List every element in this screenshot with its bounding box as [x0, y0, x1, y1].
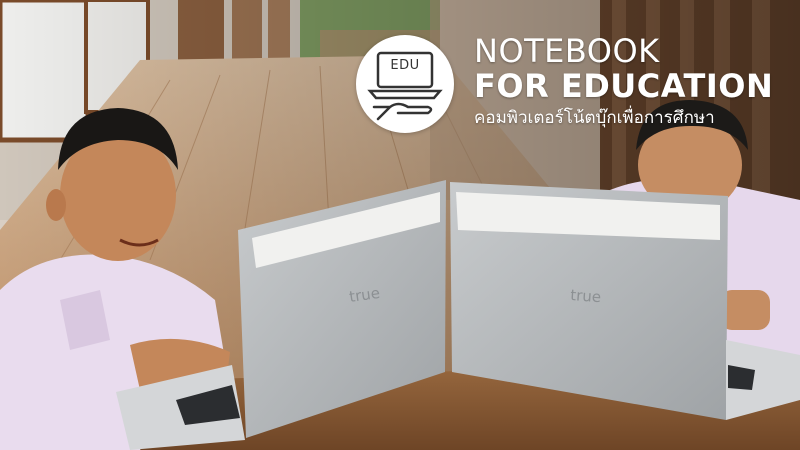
edu-badge: EDU — [356, 35, 454, 133]
headline: NOTEBOOK FOR EDUCATION คอมพิวเตอร์โน้ตบุ… — [474, 34, 773, 130]
laptop-lid-logo: true — [570, 286, 602, 306]
headline-line-1: NOTEBOOK — [474, 32, 660, 70]
laptop-hand-icon — [367, 51, 443, 121]
headline-line-2: FOR EDUCATION — [474, 67, 774, 105]
headline-thai-subtitle: คอมพิวเตอร์โน้ตบุ๊กเพื่อการศึกษา — [474, 108, 715, 128]
edu-label: EDU — [390, 58, 420, 73]
